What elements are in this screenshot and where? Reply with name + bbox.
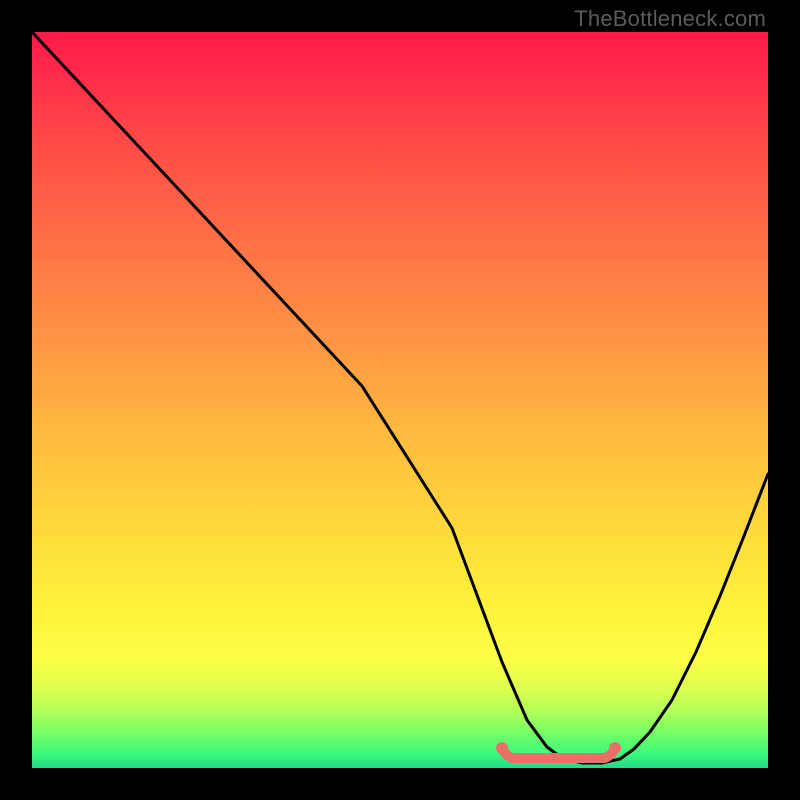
highlight-dot-right [609, 742, 621, 754]
plot-area [32, 32, 768, 768]
curve-layer [32, 32, 768, 768]
chart-frame: TheBottleneck.com [0, 0, 800, 800]
highlight-band [502, 748, 615, 758]
attribution-label: TheBottleneck.com [574, 6, 766, 32]
highlight-dot-left [496, 742, 508, 754]
bottleneck-curve [32, 32, 768, 763]
